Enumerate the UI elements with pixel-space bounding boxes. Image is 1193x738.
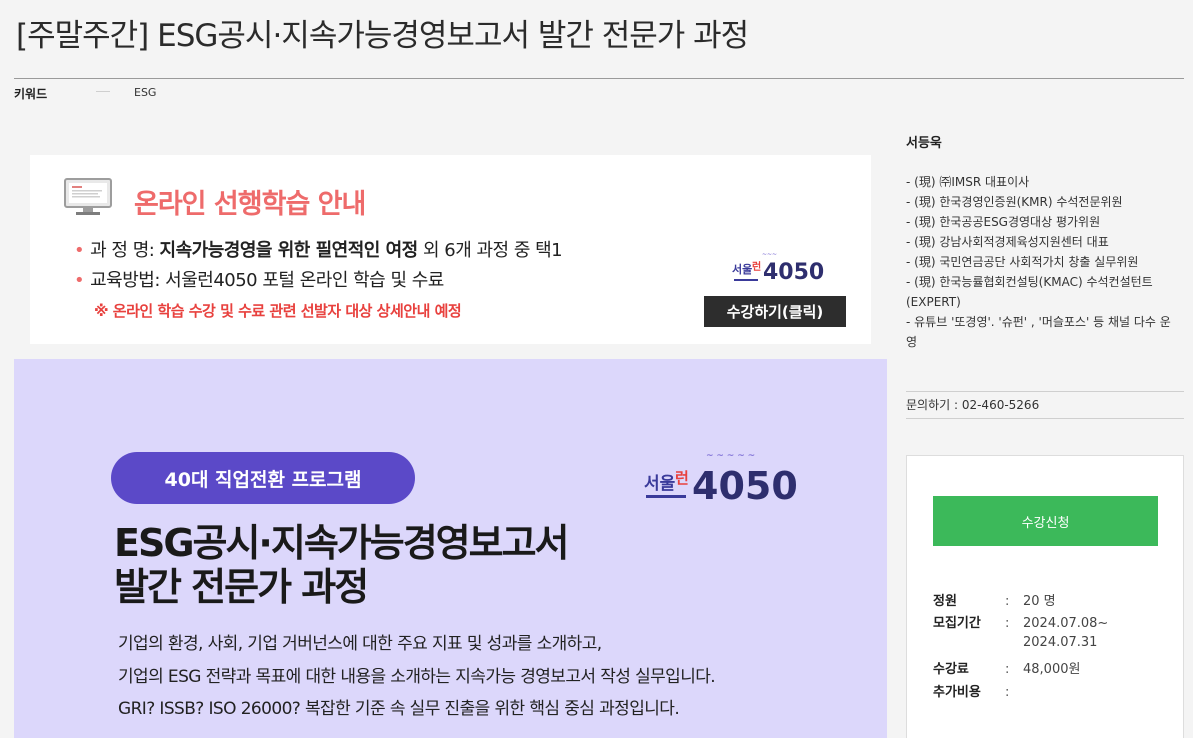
capacity-row: 정원:20 명 <box>933 590 1056 609</box>
promo-method-line: • 교육방법: 서울런4050 포털 온라인 학습 및 수료 <box>74 266 444 292</box>
period-row: 모집기간:2024.07.08~ <box>933 612 1108 631</box>
bullet-icon: • <box>74 270 85 291</box>
period-label: 모집기간 <box>933 616 981 631</box>
sidebar-divider <box>906 418 1184 419</box>
title-divider <box>14 78 1184 79</box>
enroll-click-button[interactable]: 수강하기(클릭) <box>704 296 846 327</box>
apply-panel: 수강신청 정원:20 명 모집기간:2024.07.08~ 2024.07.31… <box>906 455 1184 738</box>
bio-item: - (現) 한국경영인증원(KMR) 수석전문위원 <box>906 195 1123 209</box>
sidebar-divider <box>906 391 1184 392</box>
bullet-icon: • <box>74 240 85 261</box>
svg-text:런: 런 <box>752 260 761 273</box>
svg-text:런: 런 <box>675 469 689 487</box>
bio-item: - (現) 강남사회적경제육성지원센터 대표 <box>906 235 1109 249</box>
instructor-name: 서등욱 <box>906 136 942 151</box>
fee-value: 48,000원 <box>1023 662 1081 677</box>
colon: : <box>1005 594 1010 609</box>
banner-desc-line: GRI? ISSB? ISO 26000? 복잡한 기준 속 실무 진출을 위한… <box>118 699 680 719</box>
svg-text:~ ~ ~ ~ ~: ~ ~ ~ ~ ~ <box>706 451 755 461</box>
apply-button[interactable]: 수강신청 <box>933 496 1158 546</box>
banner-title: ESG공시·지속가능경영보고서 발간 전문가 과정 <box>114 521 570 609</box>
svg-text:서울: 서울 <box>732 262 752 276</box>
period-end-value: 2024.07.31 <box>1023 635 1098 650</box>
promo-course-line: • 과 정 명: 지속가능경영을 위한 필연적인 여정 외 6개 과정 중 택1 <box>74 236 563 262</box>
fee-row: 수강료:48,000원 <box>933 658 1080 677</box>
bio-item: - (現) 한국능률협회컨설팅(KMAC) 수석컨설턴트(EXPERT) <box>906 275 1153 309</box>
svg-text:4050: 4050 <box>763 260 824 285</box>
program-pill: 40대 직업전환 프로그램 <box>111 452 415 504</box>
colon: : <box>1005 685 1010 700</box>
banner-desc-line: 기업의 환경, 사회, 기업 거버넌스에 대한 주요 지표 및 성과를 소개하고… <box>118 634 602 654</box>
banner-title-line: ESG공시·지속가능경영보고서 <box>114 521 570 565</box>
contact-phone[interactable]: 문의하기 : 02-460-5266 <box>906 396 1039 413</box>
seoul-run-4050-logo: ~ ~ ~ ~ ~ 서울 런 4050 <box>644 451 798 507</box>
banner-title-line: 발간 전문가 과정 <box>114 565 369 609</box>
promo-course-name: 지속가능경영을 위한 필연적인 여정 <box>159 240 419 261</box>
capacity-label: 정원 <box>933 594 957 609</box>
svg-text:4050: 4050 <box>692 464 798 507</box>
banner-desc-line: 기업의 ESG 전략과 목표에 대한 내용을 소개하는 지속가능 경영보고서 작… <box>118 667 716 687</box>
promo-course-label: 과 정 명: <box>90 240 160 261</box>
period-end: 2024.07.31 <box>1023 635 1097 650</box>
promo-method-text: 교육방법: 서울런4050 포털 온라인 학습 및 수료 <box>90 270 444 291</box>
bio-item: - (現) ㈜IMSR 대표이사 <box>906 175 1030 189</box>
instructor-bio-list: - (現) ㈜IMSR 대표이사 - (現) 한국경영인증원(KMR) 수석전문… <box>906 172 1174 352</box>
bio-item: - (現) 한국공공ESG경영대상 평가위원 <box>906 215 1101 229</box>
keyword-separator <box>96 91 110 92</box>
promo-course-rest: 외 6개 과정 중 택1 <box>417 240 563 261</box>
program-banner: 40대 직업전환 프로그램 ~ ~ ~ ~ ~ 서울 런 4050 ESG공시·… <box>14 359 887 738</box>
bio-item: - (現) 국민연금공단 사회적가치 창출 실무위원 <box>906 255 1139 269</box>
keyword-value[interactable]: ESG <box>134 86 156 99</box>
svg-text:~~~: ~~~ <box>762 251 777 258</box>
bio-item: - 유튜브 '또경영'. '슈펀' , '머슬포스' 등 채널 다수 운영 <box>906 315 1171 349</box>
extra-cost-label: 추가비용 <box>933 685 981 700</box>
promo-heading: 온라인 선행학습 안내 <box>134 189 366 220</box>
colon: : <box>1005 662 1010 677</box>
keyword-label: 키워드 <box>14 87 48 101</box>
seoul-run-4050-logo: ~~~ 서울 런 4050 <box>732 251 824 285</box>
capacity-value: 20 명 <box>1023 594 1056 609</box>
extra-cost-row: 추가비용: <box>933 681 1023 700</box>
monitor-icon <box>64 178 112 215</box>
promo-note: ※ 온라인 학습 수강 및 수료 관련 선발자 대상 상세안내 예정 <box>94 302 462 320</box>
svg-text:서울: 서울 <box>644 474 676 494</box>
period-start: 2024.07.08~ <box>1023 616 1109 631</box>
online-prelearning-promo: 온라인 선행학습 안내 • 과 정 명: 지속가능경영을 위한 필연적인 여정 외… <box>30 155 871 344</box>
page-title: [주말주간] ESG공시·지속가능경영보고서 발간 전문가 과정 <box>16 18 749 54</box>
fee-label: 수강료 <box>933 662 969 677</box>
colon: : <box>1005 616 1010 631</box>
